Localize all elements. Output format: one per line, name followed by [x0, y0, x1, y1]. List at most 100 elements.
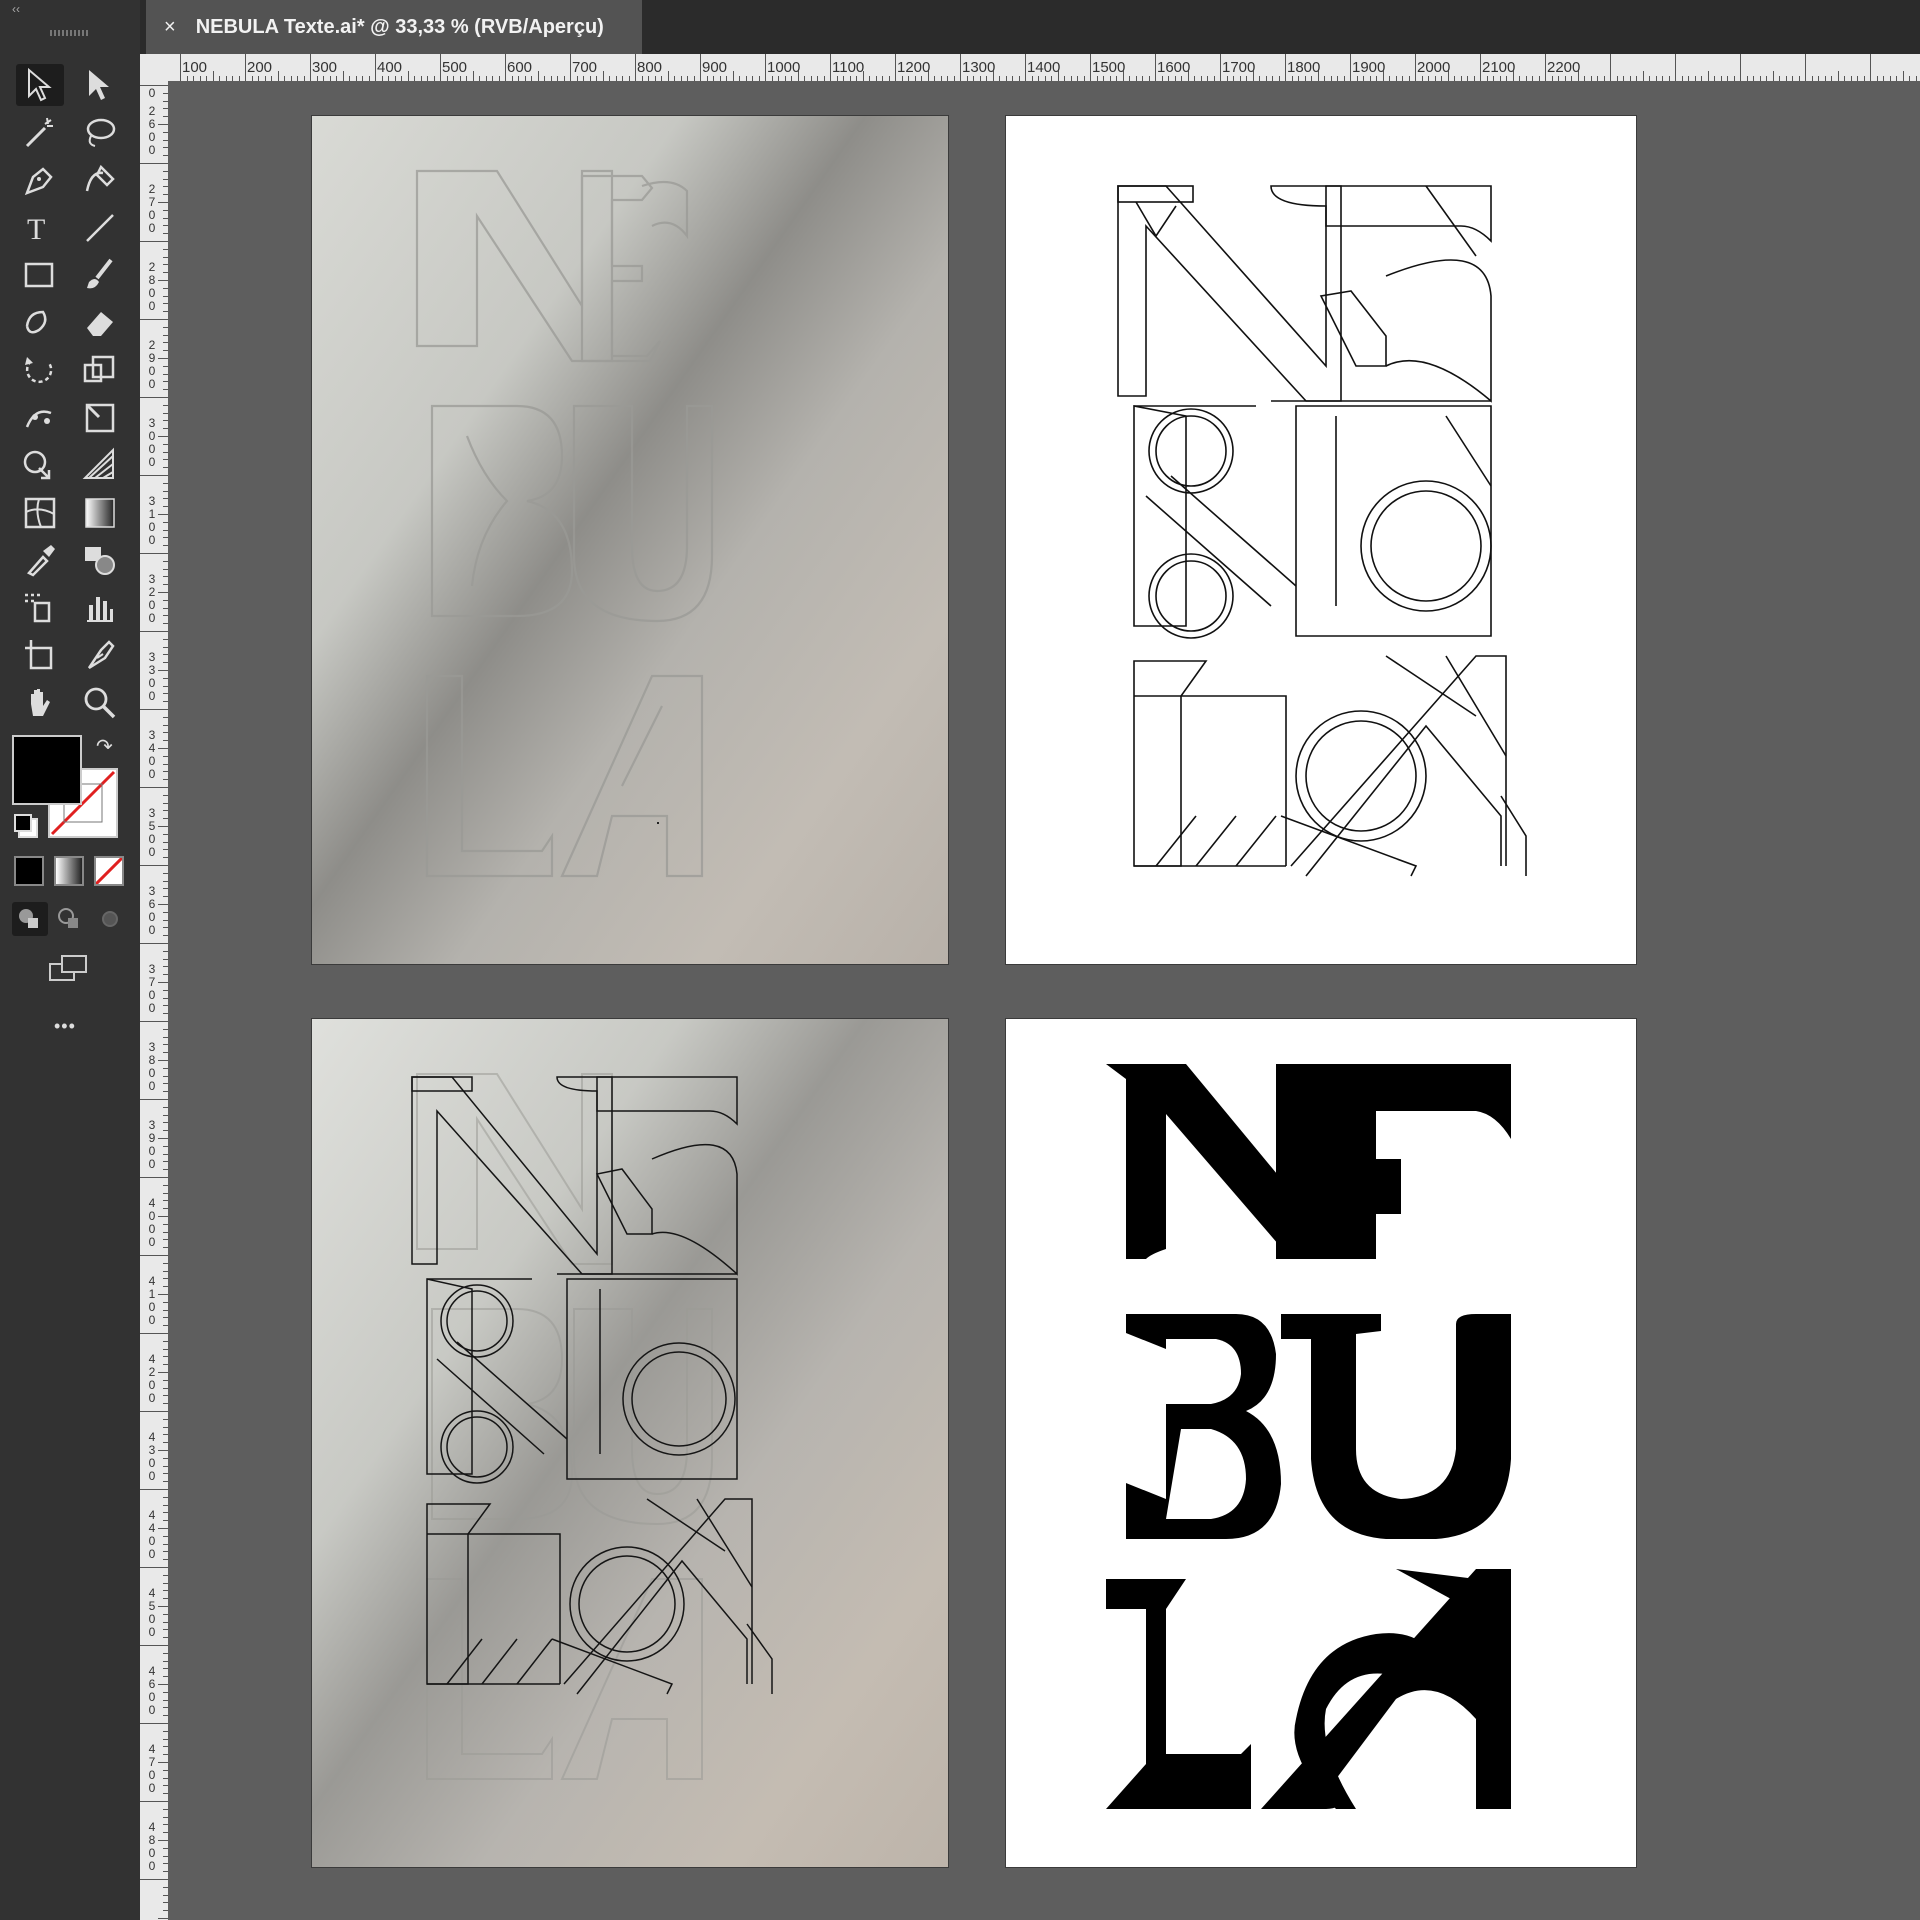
- ruler-left-label: 4700: [148, 1742, 156, 1795]
- shape-builder-tool[interactable]: [16, 444, 64, 486]
- gradient-mode-button[interactable]: [54, 856, 84, 886]
- none-mode-button[interactable]: [94, 856, 124, 886]
- column-graph-tool[interactable]: [76, 587, 124, 629]
- line-segment-icon: [86, 213, 114, 242]
- hand-tool[interactable]: [16, 682, 64, 724]
- ruler-left-label: 3800: [148, 1040, 156, 1093]
- artboard-tool[interactable]: [16, 634, 64, 676]
- line-segment-tool[interactable]: [76, 207, 124, 249]
- tools-panel: ‹‹ T ↷ •••: [0, 0, 141, 1920]
- close-tab-icon[interactable]: ×: [164, 16, 176, 39]
- puppet-warp-tool[interactable]: [16, 397, 64, 439]
- ruler-left-label: 4100: [148, 1274, 156, 1327]
- screen-mode-icon: [49, 955, 87, 981]
- slice-tool[interactable]: [76, 634, 124, 676]
- fill-swatch[interactable]: [12, 735, 82, 805]
- magic-wand-tool[interactable]: [16, 112, 64, 154]
- artboard-icon: [25, 640, 53, 670]
- ruler-top-label: 1200: [897, 59, 931, 76]
- scale-tool[interactable]: [76, 349, 124, 391]
- eraser-icon: [87, 311, 113, 336]
- blend-tool[interactable]: [76, 539, 124, 581]
- symbol-sprayer-tool[interactable]: [16, 587, 64, 629]
- ruler-top-label: 800: [637, 59, 663, 76]
- artboard-canvas[interactable]: [168, 81, 1920, 1920]
- ruler-left-label: 4600: [148, 1664, 156, 1717]
- curvature-icon: [85, 164, 115, 192]
- free-transform-tool[interactable]: [76, 397, 124, 439]
- canvas-dot: [657, 822, 659, 824]
- ruler-top-label: 100: [182, 59, 208, 76]
- curvature-tool[interactable]: [76, 159, 124, 201]
- eyedropper-icon: [26, 545, 55, 577]
- gradient-tool[interactable]: [76, 492, 124, 534]
- ruler-left-label: 3000: [148, 416, 156, 469]
- ruler-top-label: 1600: [1157, 59, 1191, 76]
- ruler-top-label: 2000: [1417, 59, 1451, 76]
- pen-icon: [24, 167, 53, 196]
- panel-grip[interactable]: [50, 30, 90, 36]
- eraser-tool[interactable]: [76, 302, 124, 344]
- swap-fill-stroke-icon[interactable]: ↷: [96, 734, 113, 759]
- default-fill-stroke-icon[interactable]: [14, 814, 32, 832]
- ruler-left-label: 2600: [148, 104, 156, 157]
- document-tab[interactable]: × NEBULA Texte.ai* @ 33,33 % (RVB/Aperçu…: [146, 0, 642, 54]
- artboard-pencil-sketch[interactable]: [312, 116, 948, 964]
- shaper-tool[interactable]: [16, 302, 64, 344]
- ruler-left-label: 3200: [148, 572, 156, 625]
- ruler-top-label: 700: [572, 59, 598, 76]
- direct-selection-tool[interactable]: [76, 64, 124, 106]
- ruler-left-label: 4800: [148, 1820, 156, 1873]
- shaper-icon: [25, 310, 47, 333]
- ruler-left-label: 3500: [148, 806, 156, 859]
- artboard-final-lettering[interactable]: [1006, 1019, 1636, 1867]
- ruler-left-label: 2800: [148, 260, 156, 313]
- ruler-left-label: 2700: [148, 182, 156, 235]
- magic-wand-icon: [25, 117, 53, 147]
- ruler-left-label: 4500: [148, 1586, 156, 1639]
- ruler-left-label: 3300: [148, 650, 156, 703]
- ruler-top-label: 1100: [832, 59, 865, 76]
- selection-tool[interactable]: [16, 64, 64, 106]
- artboard-outline-vector[interactable]: [1006, 116, 1636, 964]
- selection-icon: [28, 67, 52, 102]
- draw-inside-button[interactable]: [92, 902, 128, 936]
- lasso-tool[interactable]: [76, 112, 124, 154]
- ruler-left-label: 3900: [148, 1118, 156, 1171]
- ruler-left-label: 3100: [148, 494, 156, 547]
- rectangle-tool[interactable]: [16, 254, 64, 296]
- free-transform-icon: [85, 403, 115, 432]
- ruler-left-label: 3700: [148, 962, 156, 1015]
- draw-inside-icon: [102, 911, 118, 927]
- symbol-sprayer-icon: [25, 593, 51, 622]
- rotate-icon: [25, 357, 53, 384]
- perspective-grid-tool[interactable]: [76, 444, 124, 486]
- zoom-tool[interactable]: [76, 682, 124, 724]
- ruler-left-label: 4000: [148, 1196, 156, 1249]
- edit-toolbar-button[interactable]: •••: [54, 1016, 76, 1037]
- horizontal-ruler[interactable]: 100 200 300 400 500 600 700 800 900 1000 1100 1200 1…: [168, 54, 1920, 82]
- vertical-ruler[interactable]: 0 2600 2700 2800 2900 3000 3100 3200 3300 3400 350…: [140, 81, 169, 1920]
- rectangle-icon: [24, 262, 54, 288]
- draw-normal-button[interactable]: [12, 902, 48, 936]
- collapse-panel-button[interactable]: ‹‹: [12, 2, 20, 16]
- draw-behind-button[interactable]: [52, 902, 88, 936]
- mesh-icon: [24, 497, 56, 528]
- ruler-left-label: 4400: [148, 1508, 156, 1561]
- type-icon: T: [27, 213, 45, 246]
- ruler-left-label: 4200: [148, 1352, 156, 1405]
- puppet-warp-icon: [25, 409, 52, 427]
- pen-tool[interactable]: [16, 159, 64, 201]
- artboard-overlay[interactable]: [312, 1019, 948, 1867]
- ruler-origin[interactable]: [140, 54, 168, 82]
- color-mode-button[interactable]: [14, 856, 44, 886]
- paintbrush-tool[interactable]: [76, 254, 124, 296]
- rotate-tool[interactable]: [16, 349, 64, 391]
- mesh-tool[interactable]: [16, 492, 64, 534]
- type-tool[interactable]: T: [16, 207, 64, 249]
- screen-mode-button[interactable]: [46, 952, 92, 986]
- zoom-icon: [84, 687, 116, 718]
- eyedropper-tool[interactable]: [16, 539, 64, 581]
- ruler-top-label: 1500: [1092, 59, 1126, 76]
- gradient-icon: [85, 497, 115, 528]
